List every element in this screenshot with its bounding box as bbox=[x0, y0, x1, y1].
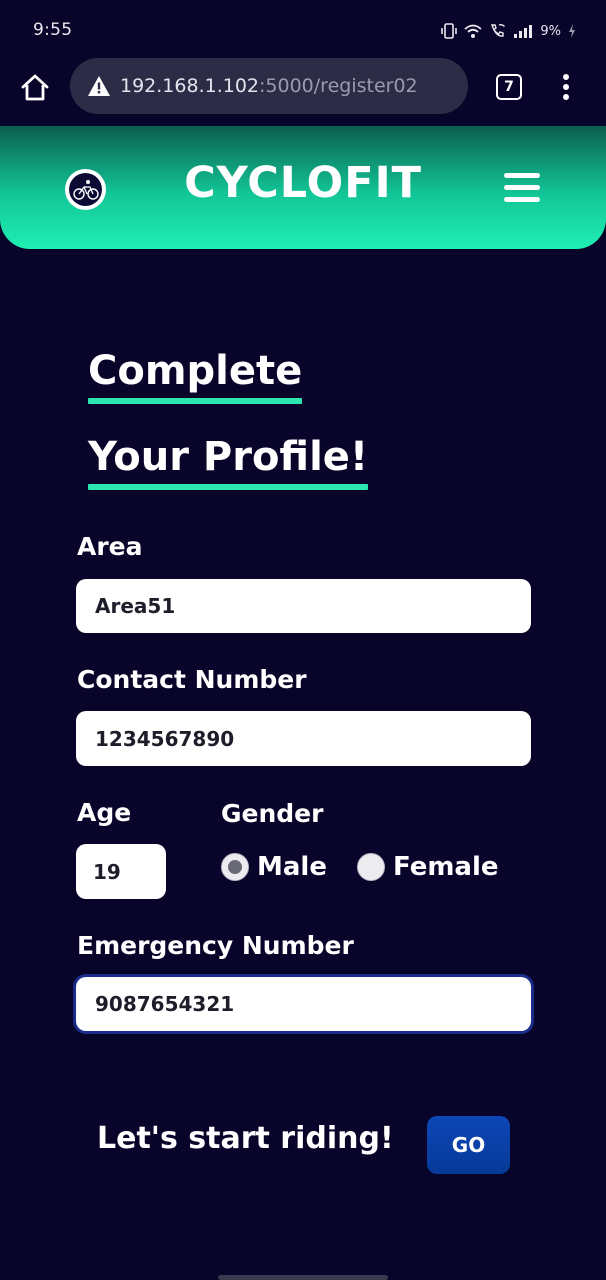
warning-icon[interactable] bbox=[87, 75, 111, 97]
browser-toolbar: 192.168.1.102:5000/register02 7 bbox=[0, 56, 606, 122]
url-host: 192.168.1.102 bbox=[120, 75, 260, 97]
male-radio[interactable] bbox=[221, 853, 249, 881]
go-button[interactable]: GO bbox=[427, 1116, 510, 1174]
hamburger-menu-icon[interactable] bbox=[504, 173, 540, 205]
contact-number-input[interactable] bbox=[76, 711, 531, 766]
age-input[interactable] bbox=[76, 844, 166, 899]
male-radio-label: Male bbox=[257, 852, 327, 882]
gender-option-female[interactable]: Female bbox=[357, 852, 499, 882]
emergency-number-input[interactable] bbox=[76, 977, 531, 1031]
signal-icon bbox=[514, 25, 533, 38]
address-bar[interactable]: 192.168.1.102:5000/register02 bbox=[70, 58, 468, 114]
wifi-icon bbox=[464, 24, 482, 38]
page-title-line-1: Complete bbox=[88, 348, 303, 404]
age-label: Age bbox=[77, 798, 132, 827]
vibrate-icon bbox=[441, 23, 458, 39]
emergency-number-label: Emergency Number bbox=[77, 931, 354, 960]
wifi-call-icon bbox=[491, 24, 506, 37]
battery-charging-icon bbox=[569, 24, 575, 38]
home-icon[interactable] bbox=[20, 73, 50, 103]
female-radio-label: Female bbox=[393, 852, 499, 882]
app-header: CYCLOFIT bbox=[0, 126, 606, 249]
page-title-line-2: Your Profile! bbox=[88, 434, 369, 490]
title-underline bbox=[88, 484, 369, 490]
area-input[interactable] bbox=[76, 579, 531, 633]
title-underline bbox=[88, 398, 303, 404]
status-bar: 9:55 9% bbox=[0, 0, 606, 56]
cta-text: Let's start riding! bbox=[97, 1121, 394, 1156]
url-path: :5000/register02 bbox=[259, 75, 418, 97]
gesture-navigation-bar[interactable] bbox=[218, 1275, 388, 1280]
female-radio[interactable] bbox=[357, 853, 385, 881]
area-label: Area bbox=[77, 532, 143, 561]
battery-percent: 9% bbox=[540, 23, 561, 39]
contact-number-label: Contact Number bbox=[77, 665, 307, 694]
tab-switcher-button[interactable]: 7 bbox=[496, 74, 522, 100]
gender-label: Gender bbox=[221, 799, 324, 828]
overflow-menu-icon[interactable] bbox=[556, 72, 576, 102]
status-icons: 9% bbox=[441, 20, 576, 42]
status-time: 9:55 bbox=[33, 20, 73, 40]
gender-option-male[interactable]: Male bbox=[221, 852, 327, 882]
